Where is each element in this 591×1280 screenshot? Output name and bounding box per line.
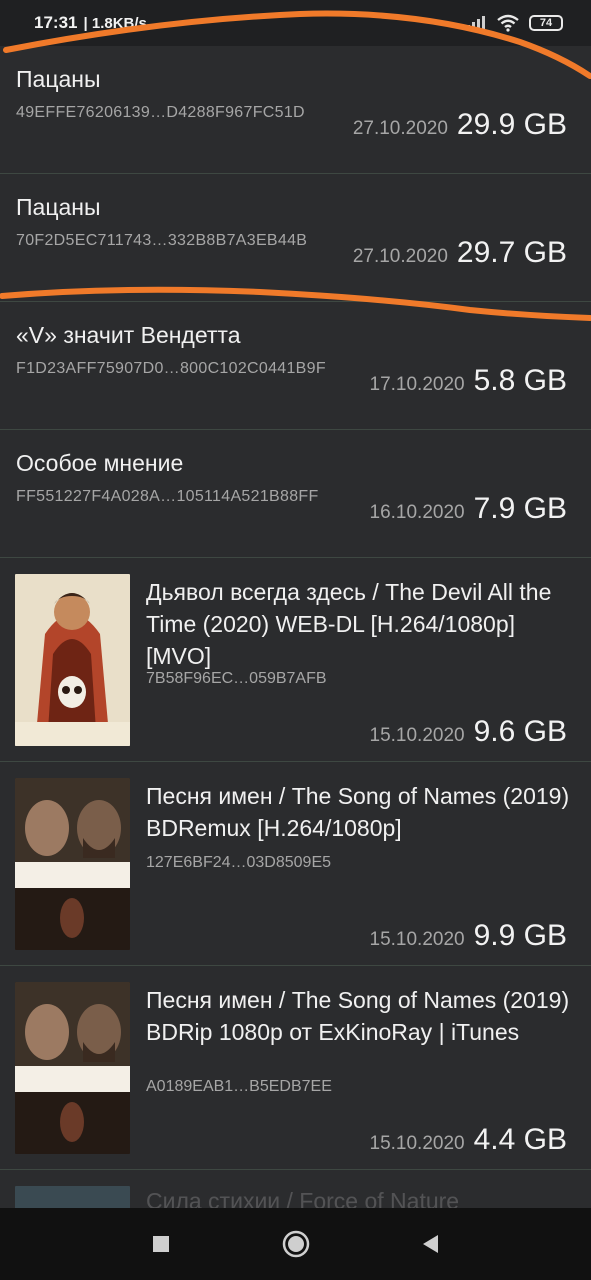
torrent-title: «V» значит Вендетта (16, 322, 241, 348)
torrent-row[interactable]: Особое мнение FF551227F4A028A…105114A521… (0, 430, 591, 558)
torrent-row[interactable]: Дьявол всегда здесь / The Devil All the … (0, 558, 591, 762)
torrent-size: 5.8 GB (473, 364, 567, 397)
torrent-meta: 15.10.2020 4.4 GB (370, 1123, 567, 1157)
torrent-row[interactable]: Песня имен / The Song of Names (2019) BD… (0, 966, 591, 1170)
torrent-size: 29.9 GB (456, 108, 567, 141)
torrent-hash: FF551227F4A028A…105114A521B88FF (16, 488, 319, 505)
torrent-date: 17.10.2020 (369, 374, 465, 395)
torrent-title: Дьявол всегда здесь / The Devil All the … (146, 579, 552, 669)
screen: 17:31 | 1.8KB/s 74 Пацаны 49EFFE76206139… (0, 0, 591, 1280)
torrent-meta: 15.10.2020 9.9 GB (370, 919, 567, 953)
status-bar: 17:31 | 1.8KB/s 74 (0, 0, 591, 46)
torrent-date: 27.10.2020 (352, 118, 448, 139)
torrent-row[interactable]: Песня имен / The Song of Names (2019) BD… (0, 762, 591, 966)
torrent-title: Песня имен / The Song of Names (2019) BD… (146, 783, 570, 841)
torrent-size: 4.4 GB (473, 1123, 567, 1156)
recents-button[interactable] (141, 1224, 181, 1264)
back-triangle-icon (422, 1235, 438, 1253)
stop-square-icon (152, 1236, 169, 1252)
torrent-hash: 70F2D5EC711743…332B8B7A3EB44B (16, 232, 308, 249)
torrent-size: 7.9 GB (473, 492, 567, 525)
back-button[interactable] (411, 1224, 451, 1264)
torrent-hash: 7B58F96EC…059B7AFB (146, 670, 327, 687)
torrent-date: 15.10.2020 (369, 725, 465, 746)
torrent-date: 15.10.2020 (369, 1133, 465, 1154)
torrent-size: 29.7 GB (456, 236, 567, 269)
status-network-speed: | 1.8KB/s (83, 14, 147, 32)
status-time: 17:31 (34, 13, 78, 32)
torrent-meta: 15.10.2020 9.6 GB (370, 715, 567, 749)
status-icons: 74 (465, 14, 563, 32)
home-circle-icon (282, 1230, 309, 1258)
torrent-meta: 27.10.2020 29.7 GB (353, 236, 567, 270)
wifi-icon (497, 14, 519, 32)
home-button[interactable] (276, 1224, 316, 1264)
torrent-title: Особое мнение (16, 450, 184, 476)
torrent-meta: 27.10.2020 29.9 GB (353, 108, 567, 142)
signal-icon (467, 16, 485, 30)
torrent-row[interactable]: Пацаны 70F2D5EC711743…332B8B7A3EB44B 27.… (0, 174, 591, 302)
torrent-hash: F1D23AFF75907D0…800C102C0441B9F (16, 360, 326, 377)
navigation-bar (0, 1208, 591, 1280)
torrent-meta: 17.10.2020 5.8 GB (370, 364, 567, 398)
torrent-list[interactable]: Пацаны 49EFFE76206139…D4288F967FC51D 27.… (0, 46, 591, 1246)
torrent-hash: A0189EAB1…B5EDB7EE (146, 1078, 332, 1095)
torrent-size: 9.9 GB (473, 919, 567, 952)
torrent-title: Песня имен / The Song of Names (2019) BD… (146, 987, 570, 1045)
torrent-hash: 49EFFE76206139…D4288F967FC51D (16, 104, 305, 121)
torrent-title: Пацаны (16, 194, 101, 220)
torrent-date: 15.10.2020 (369, 929, 465, 950)
torrent-row[interactable]: Пацаны 49EFFE76206139…D4288F967FC51D 27.… (0, 46, 591, 174)
torrent-row[interactable]: «V» значит Вендетта F1D23AFF75907D0…800C… (0, 302, 591, 430)
torrent-hash: 127E6BF24…03D8509E5 (146, 854, 332, 871)
torrent-date: 16.10.2020 (369, 502, 465, 523)
torrent-date: 27.10.2020 (352, 246, 448, 267)
movie-poster (15, 574, 130, 746)
torrent-size: 9.6 GB (473, 715, 567, 748)
torrent-title: Пацаны (16, 66, 101, 92)
movie-poster (15, 982, 130, 1154)
battery-icon: 74 (529, 15, 563, 31)
battery-level: 74 (539, 17, 553, 29)
movie-poster (15, 778, 130, 950)
torrent-meta: 16.10.2020 7.9 GB (370, 492, 567, 526)
